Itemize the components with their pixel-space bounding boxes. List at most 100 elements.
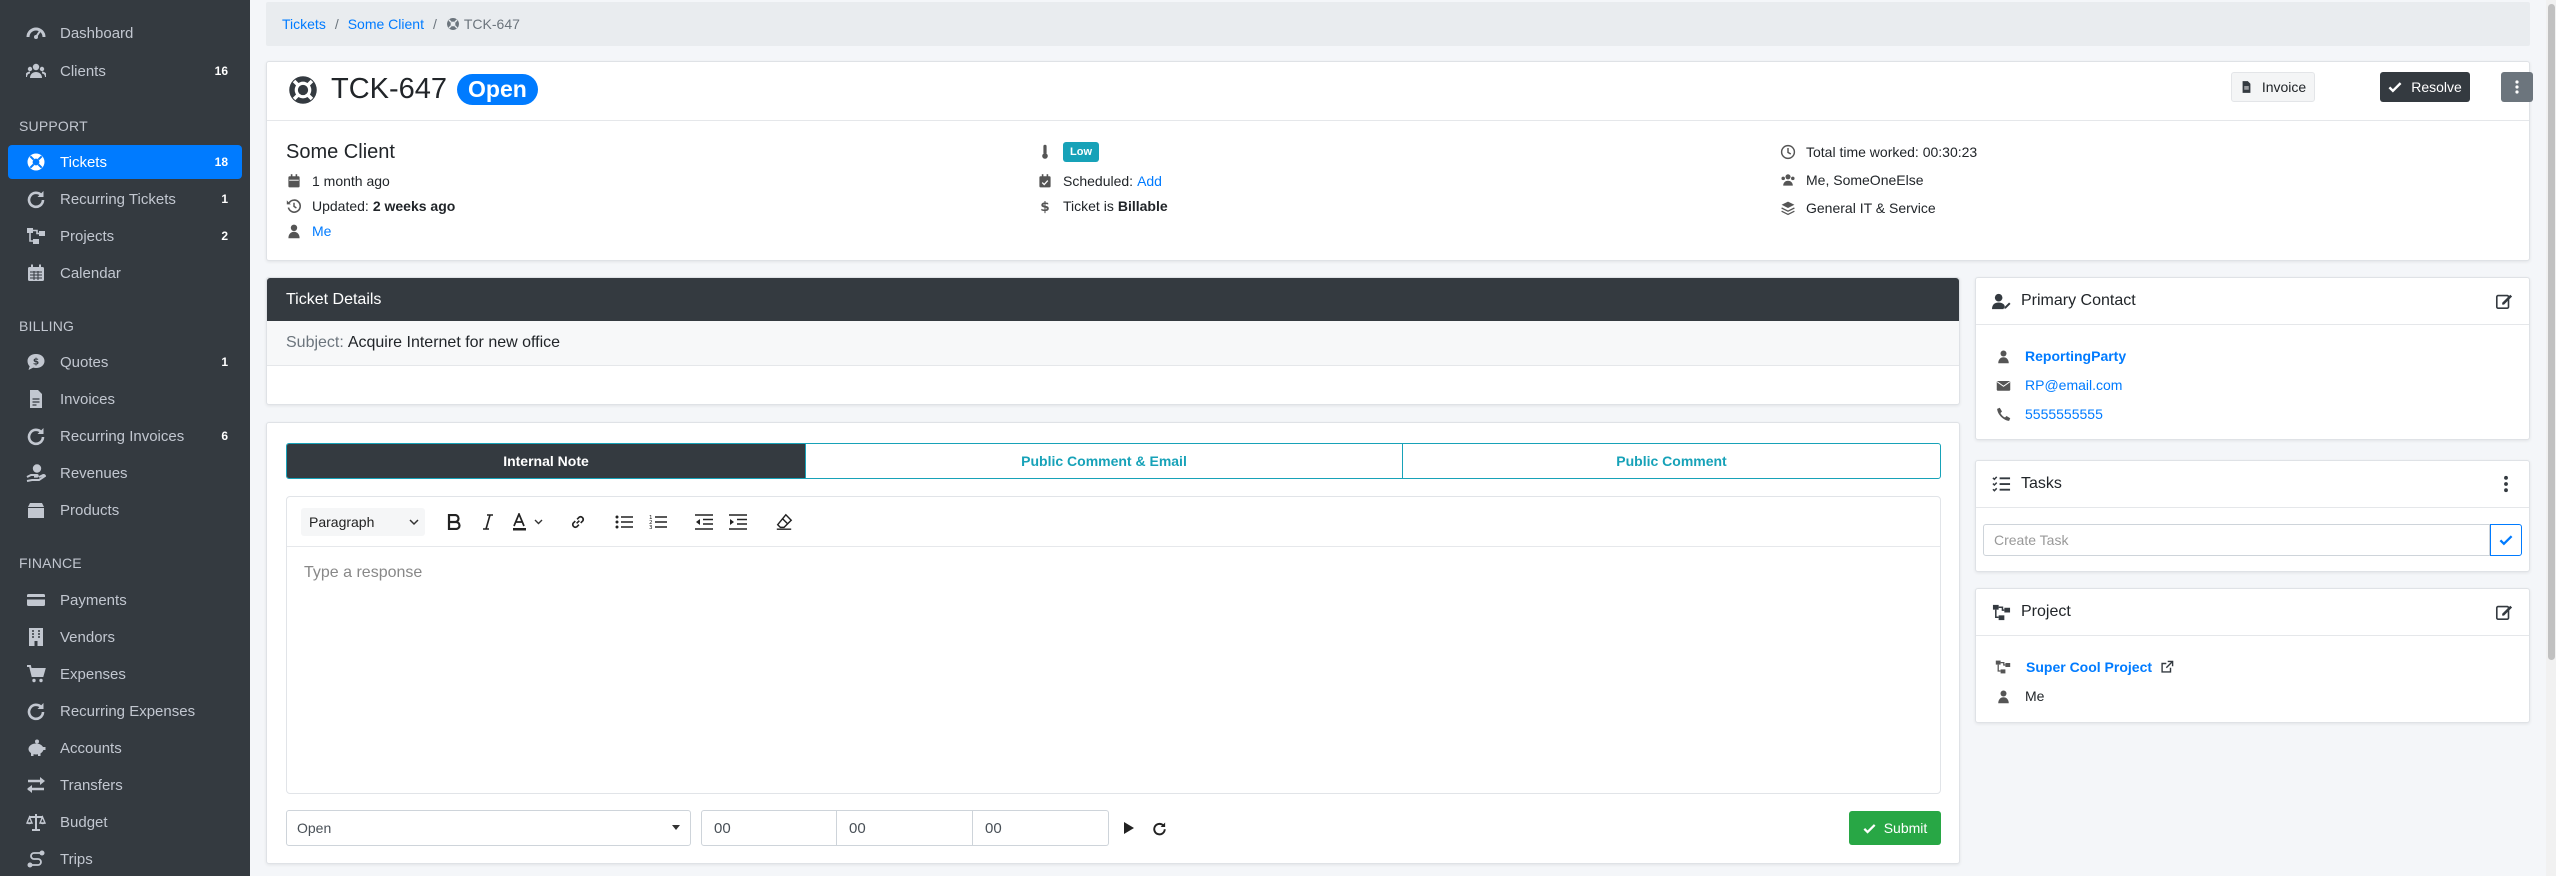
invoice-button[interactable]: Invoice [2231,72,2315,102]
sidebar-item-revenues[interactable]: Revenues [8,456,242,490]
clear-formatting-button[interactable] [769,509,799,535]
tasks-header: Tasks [1976,461,2529,508]
users-icon [26,63,46,78]
sidebar-item-trips[interactable]: Trips [8,842,242,876]
tab-public-comment-email[interactable]: Public Comment & Email [805,444,1402,478]
count-badge: 2 [221,229,228,243]
redo-icon [27,428,45,446]
sidebar-item-label: Dashboard [60,24,134,42]
ticket-details-header: Ticket Details [267,278,1959,321]
tab-public-comment[interactable]: Public Comment [1402,444,1940,478]
sidebar-item-accounts[interactable]: Accounts [8,731,242,765]
start-timer-button[interactable] [1115,814,1143,842]
thermometer-icon [1042,144,1048,159]
sidebar-item-tickets[interactable]: Tickets 18 [8,145,242,179]
ticket-subject: Subject: Acquire Internet for new office [267,321,1959,366]
add-schedule-link[interactable]: Add [1137,173,1162,189]
sidebar-item-payments[interactable]: Payments [8,583,242,617]
create-task-input[interactable]: Create Task [1983,524,2490,556]
svg-text:$: $ [33,358,39,368]
category-row: General IT & Service [1780,200,1936,216]
italic-button[interactable] [473,509,503,535]
header-divider [267,120,2529,121]
sidebar-item-vendors[interactable]: Vendors [8,620,242,654]
sidebar-item-label: Recurring Expenses [60,702,196,720]
breadcrumb-client-link[interactable]: Some Client [348,16,424,32]
hand-holding-usd-icon [26,464,46,482]
tasks-icon [1992,475,2011,492]
sidebar-item-dashboard[interactable]: Dashboard [8,16,242,50]
assignee-link[interactable]: Me [312,223,331,239]
sidebar-item-recurring-invoices[interactable]: Recurring Invoices 6 [8,419,242,453]
box-icon [28,503,44,518]
sidebar-item-quotes[interactable]: $ Quotes 1 [8,345,242,379]
ticket-details-card: Ticket Details Subject: Acquire Internet… [266,277,1960,405]
seconds-input[interactable]: 00 [973,810,1109,846]
ellipsis-vertical-icon [2515,80,2519,94]
sidebar-item-label: Clients [60,62,106,80]
contact-name-link[interactable]: ReportingParty [2025,348,2126,364]
ellipsis-vertical-icon[interactable] [2503,475,2509,493]
indent-button[interactable] [723,509,753,535]
response-textarea[interactable]: Type a response [287,547,1940,599]
project-header: Project [1976,589,2529,636]
user-icon [1998,350,2009,363]
sidebar-item-invoices[interactable]: Invoices [8,382,242,416]
project-name-link[interactable]: Super Cool Project [2026,659,2152,675]
sidebar-item-projects[interactable]: Projects 2 [8,219,242,253]
reset-timer-button[interactable] [1145,814,1173,842]
text-color-icon [513,512,543,530]
breadcrumb-current: TCK-647 [446,16,520,32]
tab-internal-note[interactable]: Internal Note [287,444,805,478]
bold-icon [447,513,461,530]
contact-email-link[interactable]: RP@email.com [2025,377,2122,393]
sidebar-item-expenses[interactable]: Expenses [8,657,242,691]
balance-scale-icon [26,814,46,831]
client-name: Some Client [286,141,395,163]
scrollbar-thumb[interactable] [2548,4,2555,660]
redo-icon [1152,822,1166,835]
numbered-list-button[interactable]: 123 [643,509,673,535]
edit-icon[interactable] [2495,603,2513,621]
check-icon [2499,535,2513,546]
create-task-button[interactable] [2490,524,2522,556]
sidebar-item-budget[interactable]: Budget [8,805,242,839]
sidebar-item-recurring-tickets[interactable]: Recurring Tickets 1 [8,182,242,216]
minutes-input[interactable]: 00 [837,810,973,846]
more-actions-button[interactable] [2501,72,2533,102]
sidebar-item-recurring-expenses[interactable]: Recurring Expenses [8,694,242,728]
project-diagram-icon [1995,660,2011,674]
seconds-value: 00 [985,819,1002,837]
outdent-button[interactable] [689,509,719,535]
text-color-button[interactable] [507,509,551,535]
external-link-icon[interactable] [2160,660,2174,674]
project-owner-text: Me [2025,688,2045,704]
block-format-select[interactable]: Paragraph [301,507,425,536]
history-icon [286,199,302,213]
sidebar-item-products[interactable]: Products [8,493,242,527]
create-task-placeholder: Create Task [1994,532,2069,548]
bold-button[interactable] [439,509,469,535]
count-badge: 6 [221,429,228,443]
sidebar-item-clients[interactable]: Clients 16 [8,54,242,88]
sidebar-item-calendar[interactable]: Calendar [8,256,242,290]
subject-label: Subject: [286,334,344,351]
edit-icon[interactable] [2495,292,2513,310]
link-button[interactable] [563,509,593,535]
svg-text:$: $ [1040,199,1049,214]
status-select[interactable]: Open [286,810,691,846]
hours-input[interactable]: 00 [701,810,837,846]
bullet-list-button[interactable] [609,509,639,535]
clear-formatting-icon [776,513,793,530]
sidebar-item-transfers[interactable]: Transfers [8,768,242,802]
count-badge: 1 [221,355,228,369]
shopping-cart-icon [27,665,46,683]
calendar-icon [28,264,44,281]
submit-button[interactable]: Submit [1849,811,1941,845]
resolve-button[interactable]: Resolve [2380,72,2470,102]
breadcrumb-tickets-link[interactable]: Tickets [282,16,326,32]
breadcrumb: Tickets / Some Client / TCK-647 [266,2,2530,46]
check-icon [1863,823,1876,834]
sidebar-item-label: Projects [60,227,115,245]
contact-phone-link[interactable]: 5555555555 [2025,406,2103,422]
